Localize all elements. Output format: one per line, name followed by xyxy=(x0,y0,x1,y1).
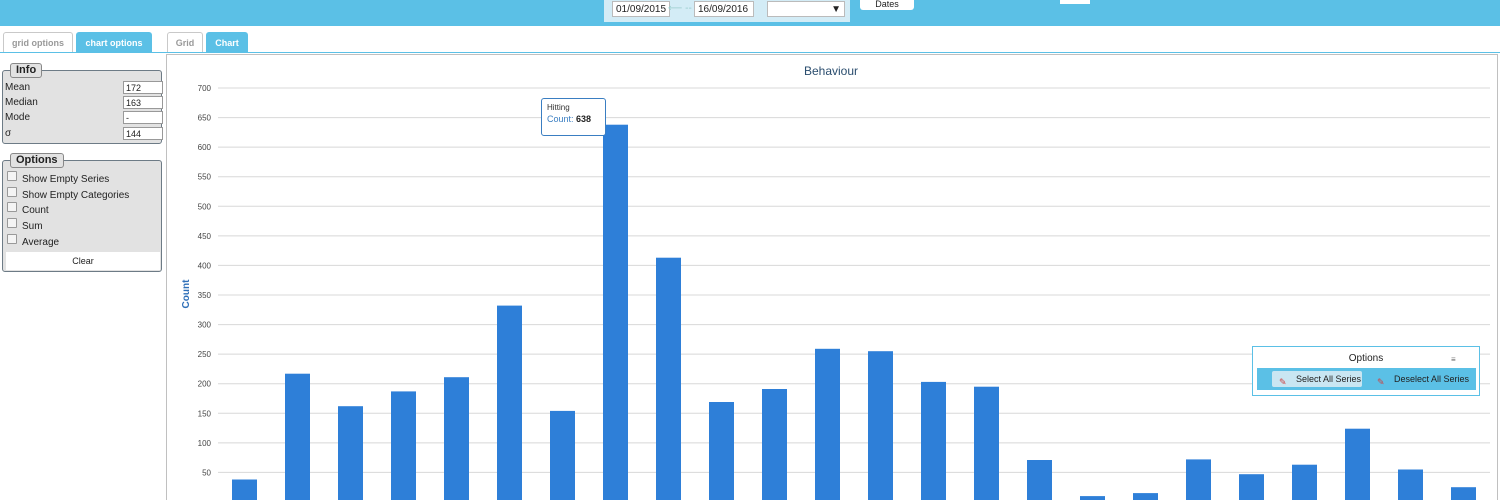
y-tick-label: 450 xyxy=(198,232,212,241)
y-tick-label: 550 xyxy=(198,173,212,182)
y-tick-label: 700 xyxy=(198,84,212,93)
chart-bar[interactable] xyxy=(550,410,575,500)
y-tick-label: 150 xyxy=(198,409,212,418)
chart-bar[interactable] xyxy=(974,386,999,500)
bar-chart: Behaviour Count 50 100 150 200 250 300 350 400 4… xyxy=(181,64,1490,500)
y-tick-label: 600 xyxy=(198,143,212,152)
y-tick-label: 250 xyxy=(198,350,212,359)
chart-tooltip: Hitting Count: 638 xyxy=(541,98,606,136)
chart-bar[interactable] xyxy=(444,377,469,500)
series-options-title: Options xyxy=(1348,353,1384,364)
chart-bar[interactable] xyxy=(1292,464,1317,500)
chart-bar[interactable] xyxy=(1398,469,1423,500)
y-axis-title: Count xyxy=(181,279,192,309)
close-icon[interactable]: ≡ xyxy=(1451,355,1456,364)
chart-title: Behaviour xyxy=(804,64,858,78)
chart-bar[interactable] xyxy=(497,305,522,500)
tooltip-value: 638 xyxy=(576,114,592,124)
chart-bar[interactable] xyxy=(232,479,257,500)
chart-bar[interactable] xyxy=(338,406,363,500)
chart-bar[interactable] xyxy=(285,373,310,500)
chart-bar[interactable] xyxy=(1345,428,1370,500)
chart-bar[interactable] xyxy=(391,391,416,500)
chart-bar[interactable] xyxy=(1080,496,1105,500)
deselect-all-series-button[interactable]: ✎ Deselect All Series xyxy=(1370,371,1472,387)
y-tick-label: 400 xyxy=(198,261,212,270)
chart-bar[interactable] xyxy=(1027,460,1052,500)
select-series-icon: ✎ xyxy=(1279,377,1287,387)
y-tick-label: 50 xyxy=(202,468,211,477)
deselect-all-label: Deselect All Series xyxy=(1394,374,1470,384)
y-tick-label: 300 xyxy=(198,321,212,330)
tooltip-label: Count: xyxy=(547,114,574,124)
chart-bar[interactable] xyxy=(1239,474,1264,500)
series-options-bar: ✎ Select All Series ✎ Deselect All Serie… xyxy=(1257,368,1476,390)
chart-bar[interactable] xyxy=(603,124,628,500)
y-tick-label: 650 xyxy=(198,114,212,123)
deselect-series-icon: ✎ xyxy=(1377,377,1385,387)
y-tick-label: 100 xyxy=(198,439,212,448)
tooltip-title: Hitting xyxy=(547,103,570,112)
chart-bar[interactable] xyxy=(868,351,893,500)
chart-bar[interactable] xyxy=(1133,493,1158,500)
y-tick-label: 200 xyxy=(198,380,212,389)
chart-bar[interactable] xyxy=(762,389,787,500)
chart-bar[interactable] xyxy=(656,257,681,500)
select-all-series-button[interactable]: ✎ Select All Series xyxy=(1272,371,1362,387)
series-options-popup: Options ≡ ✎ Select All Series ✎ Deselect… xyxy=(1252,346,1480,396)
chart-bar[interactable] xyxy=(709,402,734,500)
chart-bar[interactable] xyxy=(1186,459,1211,500)
y-tick-label: 500 xyxy=(198,202,212,211)
tooltip-line: Count: 638 xyxy=(547,113,600,126)
chart-bar[interactable] xyxy=(1451,487,1476,500)
chart-bar[interactable] xyxy=(815,348,840,500)
select-all-label: Select All Series xyxy=(1296,374,1362,384)
y-tick-label: 350 xyxy=(198,291,212,300)
chart-bar[interactable] xyxy=(921,381,946,500)
